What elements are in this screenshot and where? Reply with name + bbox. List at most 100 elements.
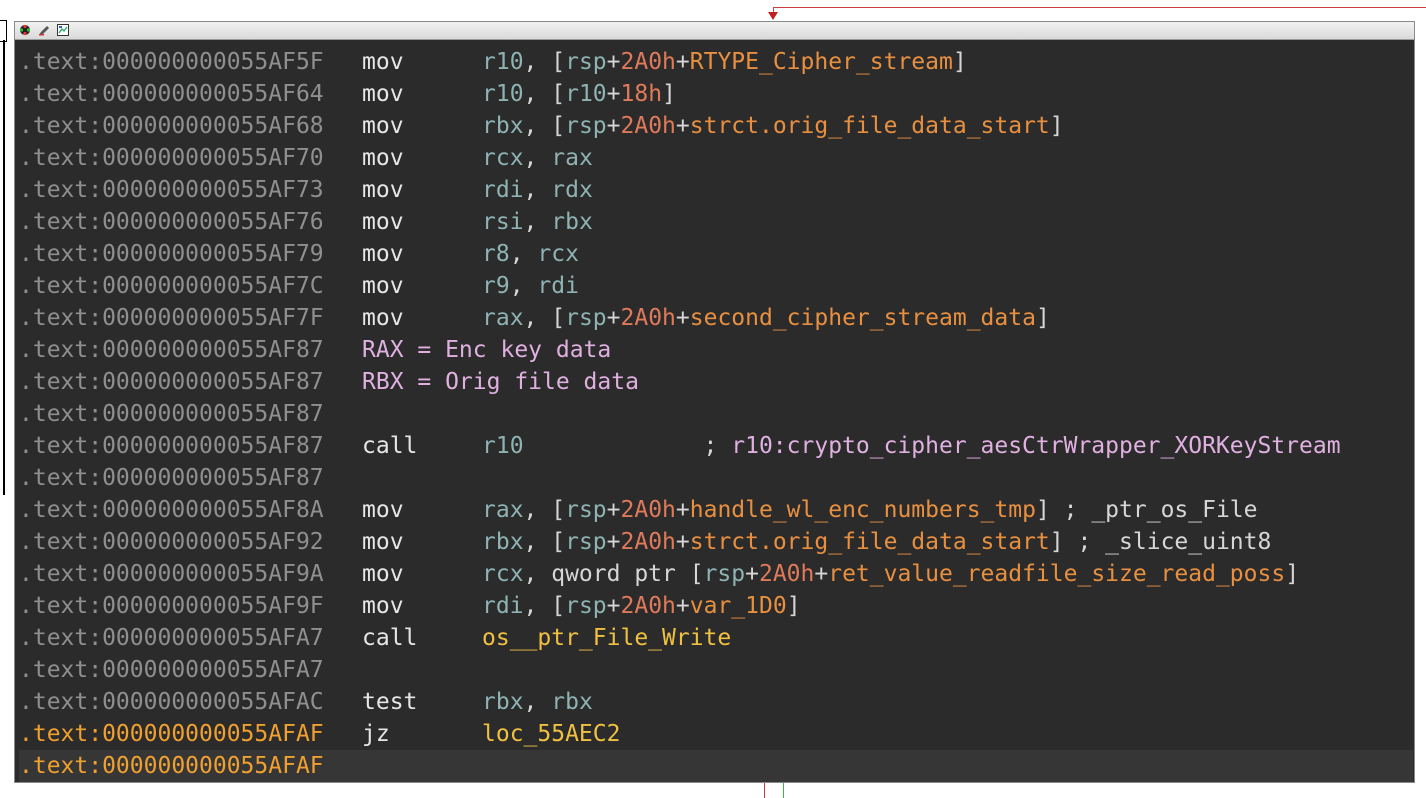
- instruction-mnemonic: call: [362, 433, 418, 459]
- operand-token[interactable]: second_cipher_stream_data: [690, 305, 1036, 331]
- instruction-operands: rbx, [rsp+2A0h+strct.orig_file_data_star…: [482, 526, 1271, 558]
- operand-token: 2A0h: [620, 497, 676, 523]
- operand-token[interactable]: strct.orig_file_data_start: [690, 113, 1050, 139]
- operand-token: +: [606, 593, 621, 619]
- node-titlebar[interactable]: [15, 22, 1414, 40]
- operand-token[interactable]: ret_value_readfile_size_read_poss: [828, 561, 1285, 587]
- disasm-line[interactable]: .text:000000000055AF5F mov r10, [rsp+2A0h+…: [19, 46, 1413, 78]
- operand-token: 2A0h: [620, 305, 676, 331]
- instruction-operands: r8, rcx: [482, 238, 579, 270]
- operand-token: rcx: [537, 241, 579, 267]
- operand-token: ,: [523, 689, 552, 715]
- disasm-line[interactable]: .text:000000000055AFAF jz loc_55AEC2: [19, 718, 1413, 750]
- disasm-line[interactable]: .text:000000000055AFA7 call os__ptr_File_W…: [19, 622, 1413, 654]
- disasm-line[interactable]: .text:000000000055AF87: [19, 398, 1413, 430]
- disasm-line[interactable]: .text:000000000055AF70 mov rcx, rax: [19, 142, 1413, 174]
- operand-token: r10:crypto_cipher_aesCtrWrapper_XORKeySt…: [731, 433, 1341, 459]
- disasm-line[interactable]: .text:000000000055AF64 mov r10, [r10+18h]: [19, 78, 1413, 110]
- disasm-line[interactable]: .text:000000000055AF87 RBX = Orig file da…: [19, 366, 1413, 398]
- operand-token: +: [675, 497, 690, 523]
- instruction-mnemonic: call: [362, 625, 418, 651]
- disasm-line[interactable]: .text:000000000055AF87 call r10 ; r10:cryp…: [19, 430, 1413, 462]
- operand-token: +: [606, 49, 621, 75]
- instruction-operands: rdi, [rsp+2A0h+var_1D0]: [482, 590, 801, 622]
- operand-token: , [: [523, 497, 566, 523]
- disasm-line[interactable]: .text:000000000055AF68 mov rbx, [rsp+2A0h+…: [19, 110, 1413, 142]
- operand-token: ,: [523, 145, 552, 171]
- operand-token: r10: [482, 49, 524, 75]
- disasm-line[interactable]: .text:000000000055AFAF: [19, 750, 1413, 782]
- operand-token: +: [606, 497, 621, 523]
- instruction-operands: r10, [rsp+2A0h+RTYPE_Cipher_stream]: [482, 46, 967, 78]
- operand-token[interactable]: RTYPE_Cipher_stream: [690, 49, 953, 75]
- operand-token: r8: [482, 241, 510, 267]
- operand-token: +: [675, 529, 690, 555]
- zoom-view-icon[interactable]: [57, 24, 69, 36]
- operand-token: +: [675, 113, 690, 139]
- operand-token: rbx: [551, 689, 593, 715]
- disassembly-graph-node[interactable]: .text:000000000055AF5F mov r10, [rsp+2A0h+…: [14, 21, 1415, 783]
- instruction-operands: r10, [r10+18h]: [482, 78, 676, 110]
- operand-token: rbx: [482, 689, 524, 715]
- operand-token: , [: [523, 113, 566, 139]
- operand-token: rax: [482, 497, 524, 523]
- disasm-line[interactable]: .text:000000000055AF73 mov rdi, rdx: [19, 174, 1413, 206]
- operand-token[interactable]: var_1D0: [690, 593, 787, 619]
- line-address: .text:000000000055AF79: [19, 241, 324, 267]
- operand-token[interactable]: loc_55AEC2: [482, 721, 620, 747]
- operand-token: , [: [523, 529, 566, 555]
- operand-token: ,: [523, 177, 552, 203]
- graph-edge-arrow-icon: [768, 12, 778, 20]
- instruction-mnemonic: mov: [362, 209, 404, 235]
- edit-color-icon[interactable]: [38, 24, 50, 36]
- graph-edge-top: [773, 7, 1426, 8]
- operand-token: ]: [1035, 497, 1064, 523]
- operand-token: +: [745, 561, 759, 587]
- operand-token: 18h: [620, 81, 663, 107]
- operand-token: rsp: [565, 113, 607, 139]
- disasm-line[interactable]: .text:000000000055AFAC test rbx, rbx: [19, 686, 1413, 718]
- operand-token: r10: [482, 81, 524, 107]
- graph-edge-false-branch: [764, 783, 765, 798]
- operand-token[interactable]: os__ptr_File_Write: [482, 625, 731, 651]
- disasm-line[interactable]: .text:000000000055AF79 mov r8, rcx: [19, 238, 1413, 270]
- disasm-line[interactable]: .text:000000000055AF87: [19, 462, 1413, 494]
- operand-token: rdi: [482, 177, 524, 203]
- operand-token: ,: [523, 209, 552, 235]
- disassembly-listing[interactable]: .text:000000000055AF5F mov r10, [rsp+2A0h+…: [19, 46, 1413, 782]
- disasm-line[interactable]: .text:000000000055AF7F mov rax, [rsp+2A0h+…: [19, 302, 1413, 334]
- line-comment: RBX = Orig file data: [362, 369, 639, 395]
- operand-token: ; _slice_uint8: [1077, 529, 1272, 555]
- graph-overview-icon[interactable]: [19, 24, 31, 36]
- operand-token: ]: [1285, 561, 1300, 587]
- disasm-line[interactable]: .text:000000000055AF9A mov rcx, qword ptr …: [19, 558, 1413, 590]
- line-address: .text:000000000055AF7C: [19, 273, 324, 299]
- disasm-line[interactable]: .text:000000000055AF9F mov rdi, [rsp+2A0h+…: [19, 590, 1413, 622]
- instruction-mnemonic: mov: [362, 241, 404, 267]
- instruction-operands: rcx, qword ptr [rsp+2A0h+ret_value_readf…: [482, 558, 1299, 590]
- graph-edge-true-branch: [783, 783, 784, 798]
- operand-token: rsi: [482, 209, 524, 235]
- adjacent-node-edge: [0, 20, 7, 42]
- operand-token: 2A0h: [620, 593, 676, 619]
- disasm-line[interactable]: .text:000000000055AFA7: [19, 654, 1413, 686]
- operand-token[interactable]: strct.orig_file_data_start: [690, 529, 1050, 555]
- operand-token: 2A0h: [620, 529, 676, 555]
- disasm-line[interactable]: .text:000000000055AF7C mov r9, rdi: [19, 270, 1413, 302]
- disasm-line[interactable]: .text:000000000055AF87 RAX = Enc key data: [19, 334, 1413, 366]
- disasm-line[interactable]: .text:000000000055AF76 mov rsi, rbx: [19, 206, 1413, 238]
- operand-token[interactable]: handle_wl_enc_numbers_tmp: [690, 497, 1036, 523]
- line-address: .text:000000000055AFAF: [19, 753, 324, 779]
- instruction-mnemonic: jz: [362, 721, 390, 747]
- operand-token: +: [606, 113, 621, 139]
- operand-token: 2A0h: [620, 113, 676, 139]
- operand-token: +: [606, 305, 621, 331]
- operand-token: rcx: [482, 561, 524, 587]
- disasm-line[interactable]: .text:000000000055AF92 mov rbx, [rsp+2A0h+…: [19, 526, 1413, 558]
- operand-token: , [: [523, 81, 566, 107]
- operand-token: rbx: [551, 209, 593, 235]
- disasm-line[interactable]: .text:000000000055AF8A mov rax, [rsp+2A0h+…: [19, 494, 1413, 526]
- instruction-mnemonic: mov: [362, 561, 404, 587]
- adjacent-node-border: [3, 40, 5, 495]
- operand-token: r10: [565, 81, 607, 107]
